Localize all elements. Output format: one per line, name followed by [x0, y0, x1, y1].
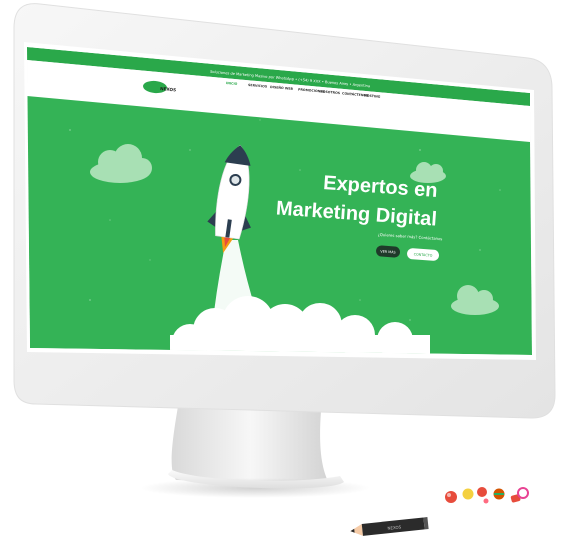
- pencil-decoration: NEXOS: [350, 517, 429, 536]
- hero-primary-button[interactable]: VER MÁS: [376, 245, 401, 258]
- hero-section: Expertos en Marketing Digital ¿Quieres s…: [27, 96, 532, 355]
- website-screen: Soluciones de Marketing Masivo por Whats…: [27, 47, 532, 355]
- candies-decoration: [445, 487, 529, 504]
- hero-secondary-button[interactable]: CONTACTO: [407, 248, 440, 261]
- monitor-mockup: Soluciones de Marketing Masivo por Whats…: [0, 0, 565, 542]
